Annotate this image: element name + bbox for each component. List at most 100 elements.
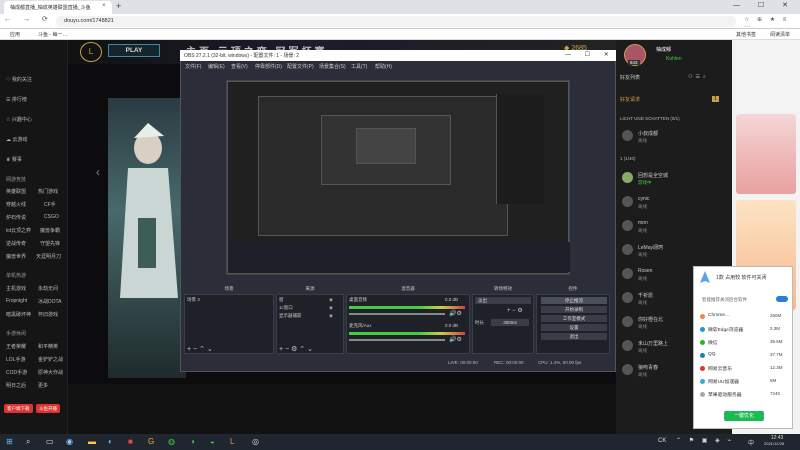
nav-item-rank[interactable]: ☰ 排行榜 bbox=[6, 96, 27, 103]
obs-window-controls[interactable]: — ☐ ✕ bbox=[565, 51, 615, 58]
obs-menu-item[interactable]: 停靠部件(D) bbox=[255, 63, 282, 70]
friend-name[interactable]: cynic bbox=[638, 196, 649, 202]
tray-app-name[interactable]: 网易云音乐 bbox=[708, 365, 732, 372]
obs-menu-item[interactable]: 帮助(H) bbox=[375, 63, 392, 70]
category-item[interactable]: CF手 bbox=[44, 201, 56, 208]
tray-icons[interactable]: ⌃ ⚑ ▣ ◈ ⌁ bbox=[676, 437, 734, 444]
chrome-taskbar-icon[interactable]: ◍ bbox=[168, 437, 175, 446]
friend-name[interactable]: mon bbox=[638, 220, 648, 226]
friend-group[interactable]: 1 (1/40) bbox=[620, 156, 636, 161]
tray-app-name[interactable]: Chrome… bbox=[708, 313, 730, 318]
bookmark-other[interactable]: 其他书签 bbox=[736, 31, 756, 38]
nav-item-cloud[interactable]: ☁ 云游戏 bbox=[6, 136, 27, 143]
friend-name[interactable]: LeMay翊珂 bbox=[638, 244, 663, 251]
category-item[interactable]: 天涯明月刀 bbox=[36, 253, 61, 260]
duration-input[interactable]: 300ms bbox=[491, 319, 529, 326]
bookmark-reading-list[interactable]: 阅读清单 bbox=[770, 31, 790, 38]
bookmark-douyu[interactable]: 斗鱼 - 每一… bbox=[38, 31, 67, 38]
task-view-icon[interactable]: ▭ bbox=[46, 437, 54, 446]
tray-toggle[interactable] bbox=[776, 296, 788, 302]
category-item[interactable]: 暗黑破坏神 bbox=[6, 311, 31, 318]
obs-taskbar-icon[interactable]: ◎ bbox=[252, 437, 259, 446]
volume-slider[interactable] bbox=[349, 339, 445, 341]
scene-item[interactable]: 场景 3 bbox=[187, 297, 200, 303]
category-item[interactable]: 英雄联盟 bbox=[6, 188, 26, 195]
studio-mode-button[interactable]: 工作室模式 bbox=[541, 315, 607, 322]
wechat-taskbar-icon[interactable]: ◒ bbox=[210, 437, 215, 446]
friend-name[interactable]: 小叔成都 bbox=[638, 130, 658, 137]
edge-taskbar-icon[interactable]: ◐ bbox=[108, 437, 113, 446]
obs-menu-item[interactable]: 工具(T) bbox=[351, 63, 367, 70]
scene-add-icon[interactable]: + − ⌃ ⌄ bbox=[187, 345, 213, 353]
category-item[interactable]: 主机游戏 bbox=[6, 285, 26, 292]
folder-icon[interactable]: ▬ bbox=[88, 437, 96, 446]
category-item[interactable]: 原神大作战 bbox=[38, 369, 63, 376]
speaker-icon[interactable]: 🔊⚙ bbox=[449, 336, 462, 343]
volume-slider[interactable] bbox=[349, 313, 445, 315]
tray-app-name[interactable]: 微软Edge浏览器 bbox=[708, 326, 743, 333]
friend-name[interactable]: 千祈愿 bbox=[638, 292, 653, 299]
category-item[interactable]: COD手游 bbox=[6, 369, 27, 376]
category-item[interactable]: 明日之后 bbox=[6, 382, 26, 389]
wechat-taskbar-icon[interactable]: ◑ bbox=[190, 437, 195, 446]
eye-icon[interactable]: ◉ bbox=[329, 305, 333, 311]
friend-name[interactable]: 未山万里路上 bbox=[638, 340, 668, 347]
browser-toolbar-icons[interactable]: ☆ ⊕ ★ ≡ ⋯ bbox=[744, 16, 800, 30]
obs-menu-item[interactable]: 查看(V) bbox=[231, 63, 248, 70]
prev-arrow-icon[interactable]: ‹ bbox=[96, 165, 100, 179]
tray-app-name[interactable]: 微信 bbox=[708, 339, 718, 346]
nav-item-interest[interactable]: ☆ 兴趣中心 bbox=[6, 116, 32, 123]
nav-item-events[interactable]: ♛ 赛事 bbox=[6, 156, 22, 163]
obs-menu-item[interactable]: 编辑(E) bbox=[208, 63, 225, 70]
category-item[interactable]: CSGO bbox=[44, 214, 59, 220]
url-input[interactable]: douyu.com/1748821 bbox=[56, 16, 736, 27]
tab-close-icon[interactable]: × bbox=[102, 3, 106, 9]
stop-stream-button[interactable]: 停止推流 bbox=[541, 297, 607, 304]
transition-select[interactable]: 淡出 bbox=[475, 297, 531, 304]
transition-add-icon[interactable]: + − ⚙ bbox=[507, 307, 523, 314]
windows-start-icon[interactable]: ⊞ bbox=[6, 437, 13, 446]
category-item[interactable]: 逆战传奇 bbox=[6, 240, 26, 247]
source-item[interactable]: 1c窗口 bbox=[279, 305, 293, 311]
category-item[interactable]: Fropnight bbox=[6, 298, 27, 304]
tray-app-name[interactable]: 网易UU加速器 bbox=[708, 378, 739, 385]
category-item[interactable]: 王者荣耀 bbox=[6, 343, 26, 350]
friend-requests[interactable]: 好友请求 bbox=[620, 96, 640, 103]
app-icon[interactable]: ■ bbox=[128, 437, 133, 446]
category-item[interactable]: 穿越火线 bbox=[6, 201, 26, 208]
friend-name[interactable]: 你好橙在北 bbox=[638, 316, 663, 323]
clock[interactable]: 12:43 2021/12/28 bbox=[764, 435, 784, 446]
ime-indicator[interactable]: CK bbox=[658, 438, 666, 444]
obs-menu-item[interactable]: 文件(F) bbox=[185, 63, 201, 70]
obs-menu-item[interactable]: 场景集合(S) bbox=[319, 63, 346, 70]
friend-name[interactable]: Rosen bbox=[638, 268, 652, 274]
start-recording-button[interactable]: 开始录制 bbox=[541, 306, 607, 313]
obs-menu-item[interactable]: 配置文件(P) bbox=[287, 63, 314, 70]
tray-app-name[interactable]: QQ bbox=[708, 352, 715, 357]
new-tab-icon[interactable]: + bbox=[116, 1, 121, 11]
exit-button[interactable]: 退出 bbox=[541, 333, 607, 340]
source-add-icon[interactable]: + − ⚙ ⌃ ⌄ bbox=[279, 345, 313, 353]
category-item[interactable]: 和平精英 bbox=[38, 343, 58, 350]
category-item[interactable]: 魔兽争霸 bbox=[40, 227, 60, 234]
friend-group[interactable]: LICHT UND SCHATTEN (0/1) bbox=[620, 116, 680, 121]
friend-name[interactable]: 回想是全空城 bbox=[638, 172, 668, 179]
app-icon[interactable]: G bbox=[148, 437, 154, 446]
source-item[interactable]: 显示器捕获 bbox=[279, 313, 302, 319]
friend-name[interactable]: 狼吻青春 bbox=[638, 364, 658, 371]
category-item[interactable]: 冰战DOTA bbox=[38, 298, 62, 305]
lang-indicator[interactable]: 中 bbox=[748, 438, 754, 447]
category-item[interactable]: 魔兽世界 bbox=[6, 253, 26, 260]
source-item[interactable]: 窗 bbox=[279, 297, 284, 303]
search-icon[interactable]: ⌕ bbox=[26, 437, 30, 447]
friends-tools-icon[interactable]: ⚇☰⌕ bbox=[688, 74, 709, 80]
category-item[interactable]: 怀旧游戏 bbox=[38, 311, 58, 318]
category-item[interactable]: 金铲铲之战 bbox=[38, 356, 63, 363]
category-item[interactable]: lol云顶之弈 bbox=[6, 227, 31, 234]
eye-icon[interactable]: ◉ bbox=[329, 297, 333, 303]
category-item[interactable]: 守望先锋 bbox=[40, 240, 60, 247]
play-button[interactable]: PLAY bbox=[108, 44, 160, 57]
eye-icon[interactable]: ◉ bbox=[329, 313, 333, 319]
settings-button[interactable]: 设置 bbox=[541, 324, 607, 331]
start-broadcast-button[interactable]: 斗鱼开播 bbox=[36, 404, 60, 413]
